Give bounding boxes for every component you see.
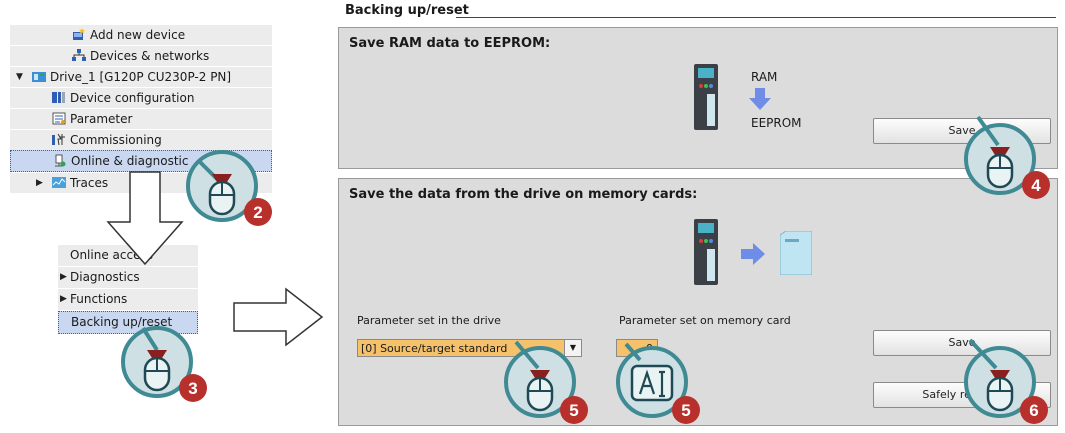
page-title: Backing up/reset [345,3,469,18]
tree-item-add-new-device[interactable]: Add new device [10,24,272,45]
step-number: 5 [681,401,690,420]
step-number: 4 [1031,176,1041,195]
add-device-icon [73,28,85,40]
tree-item-devices-networks[interactable]: Devices & networks [10,45,272,66]
keyboard-callout-step-5: 5 [610,338,706,433]
mouse-callout-step-4: 4 [958,115,1054,210]
tree-item-drive[interactable]: ▼ Drive_1 [G120P CU230P-2 PN] [10,66,272,87]
parameter-icon [52,112,66,125]
tree-item-label: Parameter [70,112,133,126]
down-arrow-icon [106,171,184,266]
keyboard-input-icon: 5 [616,342,700,424]
title-divider [456,17,1056,18]
arrow-right-icon [741,243,765,265]
tree-item-label: Devices & networks [90,49,210,63]
drive-parameter-label: Parameter set in the drive [357,314,501,327]
tree-item-label: Online & diagnostic [71,154,189,168]
tree-item-label: Commissioning [70,133,162,147]
mouse-click-icon: 3 [121,326,207,402]
tree-item-label: Drive_1 [G120P CU230P-2 PN] [50,70,232,84]
menu-item-label: Functions [70,292,128,306]
collapsed-caret-icon[interactable]: ▶ [60,289,67,310]
drive-device-icon [694,64,718,130]
collapsed-caret-icon[interactable]: ▶ [60,267,67,288]
arrow-down-icon [749,88,771,110]
mouse-callout-step-6: 6 [958,338,1054,433]
menu-item-diagnostics[interactable]: ▶ Diagnostics [58,267,198,289]
step-number: 6 [1029,401,1038,420]
memory-card-icon [780,231,812,275]
section-title: Save RAM data to EEPROM: [349,36,551,51]
ram-save-section: Save RAM data to EEPROM: RAM EEPROM Save [338,27,1058,169]
drive-device-icon [694,219,718,285]
section-title: Save the data from the drive on memory c… [349,187,698,202]
right-arrow-icon [233,287,324,347]
card-parameter-label: Parameter set on memory card [619,314,791,327]
collapsed-caret-icon[interactable]: ▶ [36,173,43,193]
eeprom-label: EEPROM [751,116,802,130]
mouse-click-icon: 5 [504,340,588,424]
menu-item-functions[interactable]: ▶ Functions [58,289,198,311]
tree-item-label: Device configuration [70,91,195,105]
step-number: 2 [253,203,262,222]
dropdown-value: [0] Source/target standard [361,342,508,355]
tree-item-label: Traces [70,176,109,190]
network-icon [72,49,86,61]
mouse-click-icon: 4 [964,115,1050,199]
mouse-click-icon: 6 [964,338,1048,424]
tree-item-parameter[interactable]: Parameter [10,108,272,129]
device-config-icon [52,92,65,103]
expanded-caret-icon[interactable]: ▼ [16,67,23,87]
tree-item-device-configuration[interactable]: Device configuration [10,87,272,108]
tree-item-label: Add new device [90,28,186,42]
drive-icon [32,72,46,82]
menu-item-label: Diagnostics [70,270,140,284]
step-number: 5 [569,401,578,420]
online-diagnostics-icon [55,154,66,167]
traces-icon [52,177,66,188]
commissioning-icon [52,133,65,146]
mouse-callout-step-5: 5 [498,338,594,433]
mouse-callout-step-2: 2 [180,142,276,237]
ram-label: RAM [751,70,778,84]
mouse-callout-step-3: 3 [115,318,211,413]
step-number: 3 [188,379,197,398]
mouse-click-icon: 2 [186,150,272,226]
